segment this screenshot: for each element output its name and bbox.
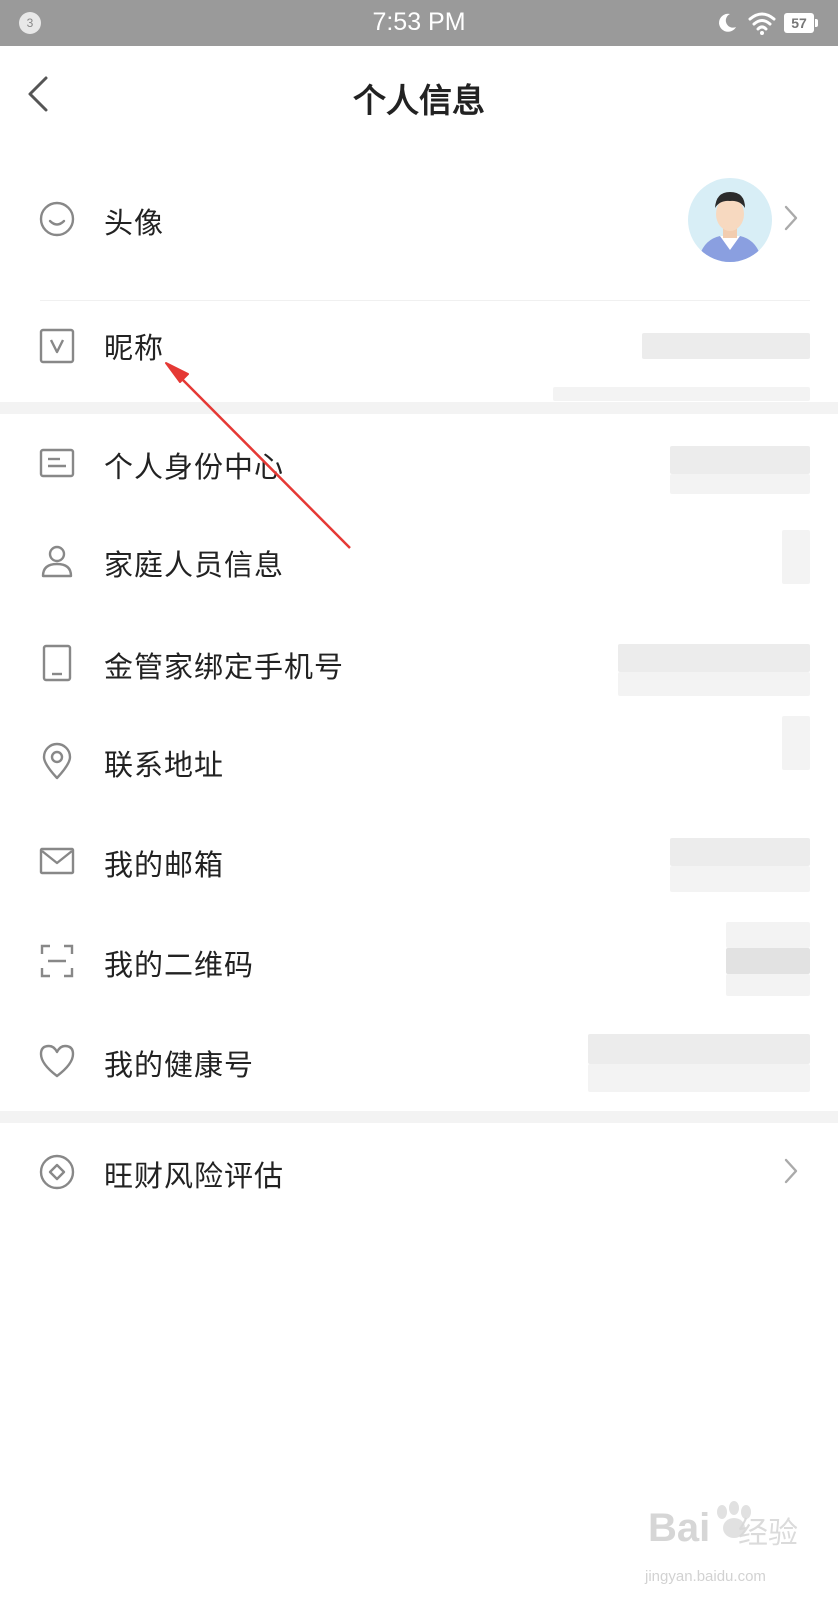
- row-label: 我的邮箱: [104, 848, 225, 882]
- blurred-value: [670, 474, 810, 494]
- chevron-right-icon: [784, 1158, 798, 1184]
- row-label: 昵称: [104, 331, 165, 365]
- section-divider: [0, 402, 838, 414]
- smiley-icon: [39, 201, 75, 237]
- row-label: 头像: [104, 206, 165, 240]
- nav-bar: 个人信息: [0, 46, 838, 142]
- blurred-value: [588, 1034, 810, 1064]
- row-identity[interactable]: 个人身份中心: [0, 414, 838, 512]
- watermark-brand: Bai: [648, 1506, 711, 1550]
- chevron-right-icon: [784, 205, 798, 231]
- watermark-suffix: 经验: [738, 1516, 798, 1551]
- v-badge-icon: [39, 328, 75, 364]
- blurred-value: [618, 644, 810, 672]
- row-health[interactable]: 我的健康号: [0, 1012, 838, 1110]
- row-risk-assessment[interactable]: 旺财风险评估: [0, 1123, 838, 1223]
- mail-icon: [39, 847, 75, 875]
- row-email[interactable]: 我的邮箱: [0, 812, 838, 912]
- blurred-value: [670, 866, 810, 892]
- blurred-value: [670, 838, 810, 866]
- status-bar: 3 7:53 PM 57: [0, 0, 838, 46]
- row-label: 我的健康号: [104, 1048, 255, 1082]
- row-address[interactable]: 联系地址: [0, 712, 838, 812]
- row-label: 旺财风险评估: [104, 1159, 285, 1193]
- row-divider: [40, 300, 810, 301]
- row-label: 联系地址: [104, 748, 225, 782]
- row-qrcode[interactable]: 我的二维码: [0, 912, 838, 1012]
- row-phone[interactable]: 金管家绑定手机号: [0, 612, 838, 712]
- avatar[interactable]: [688, 178, 772, 262]
- row-label: 金管家绑定手机号: [104, 650, 345, 684]
- blurred-value: [588, 1064, 810, 1092]
- scan-frame-icon: [40, 944, 74, 978]
- wifi-icon: [748, 12, 776, 35]
- blurred-value: [726, 948, 810, 974]
- blurred-value: [726, 974, 810, 996]
- row-label: 我的二维码: [104, 948, 255, 982]
- status-time: 7:53 PM: [372, 8, 466, 36]
- watermark-url: jingyan.baidu.com: [645, 1568, 766, 1585]
- blurred-value: [726, 922, 810, 948]
- id-card-icon: [39, 448, 75, 478]
- heart-icon: [39, 1044, 75, 1078]
- location-pin-icon: [42, 742, 72, 780]
- blurred-value: [782, 530, 810, 584]
- battery-indicator: 57: [784, 13, 818, 33]
- page-title: 个人信息: [353, 81, 485, 120]
- diamond-circle-icon: [39, 1154, 75, 1190]
- row-label: 个人身份中心: [104, 450, 285, 484]
- section-divider: [0, 1111, 838, 1123]
- person-icon: [41, 545, 73, 578]
- blurred-value: [553, 387, 810, 401]
- row-label: 家庭人员信息: [104, 548, 285, 582]
- phone-icon: [42, 644, 72, 682]
- row-family[interactable]: 家庭人员信息: [0, 512, 838, 612]
- blurred-value: [642, 333, 810, 359]
- moon-icon: [719, 13, 736, 32]
- blurred-value: [670, 446, 810, 474]
- blurred-value: [782, 716, 810, 770]
- row-nickname[interactable]: 昵称: [0, 305, 838, 401]
- blurred-value: [618, 672, 810, 696]
